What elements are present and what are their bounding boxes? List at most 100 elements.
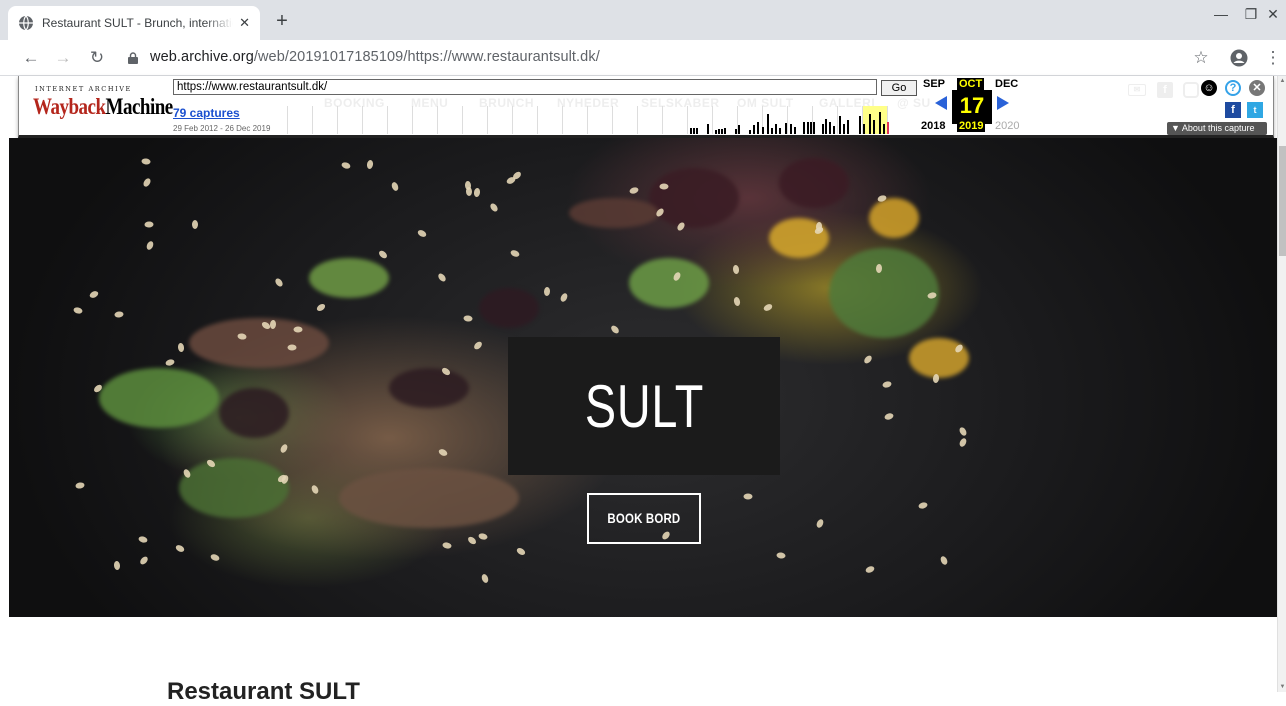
new-tab-button[interactable]: + xyxy=(270,10,294,34)
ghost-facebook-icon: f xyxy=(1157,82,1173,98)
next-month-label[interactable]: DEC xyxy=(995,78,1018,90)
sparkline-bar xyxy=(829,122,831,134)
reload-icon[interactable]: ↻ xyxy=(86,47,108,69)
current-year-label: 2019 xyxy=(957,120,986,132)
sparkline-year-column xyxy=(287,106,288,134)
sesame-seed xyxy=(731,264,740,275)
sparkline-bar xyxy=(771,128,773,134)
profile-icon[interactable] xyxy=(1230,49,1248,67)
user-account-icon[interactable]: ☺ xyxy=(1201,80,1217,96)
sesame-seed xyxy=(315,302,326,313)
green-leaf xyxy=(629,258,709,308)
hero-image: SULT BOOK BORD xyxy=(9,138,1277,617)
sesame-seed xyxy=(543,286,551,296)
sparkline-bar xyxy=(757,122,759,134)
sesame-seed xyxy=(74,481,85,489)
sparkline-year-column xyxy=(687,106,688,134)
sparkline-bar xyxy=(707,124,709,134)
wayback-go-button[interactable]: Go xyxy=(881,80,917,96)
sesame-seed xyxy=(472,340,483,352)
bookmark-star-icon[interactable]: ☆ xyxy=(1190,47,1212,69)
sparkline-bar xyxy=(869,114,871,134)
scroll-up-arrow-icon[interactable]: ▲ xyxy=(1279,76,1286,86)
section-title: Restaurant SULT xyxy=(167,678,360,705)
sesame-seed xyxy=(480,572,489,584)
sparkline-year-column xyxy=(837,106,838,134)
sesame-seed xyxy=(293,326,303,333)
next-capture-arrow-icon[interactable] xyxy=(997,96,1009,110)
sparkline-bar xyxy=(690,128,692,134)
sesame-seed xyxy=(113,560,121,571)
prev-year-label[interactable]: 2018 xyxy=(921,120,945,132)
sesame-seed xyxy=(437,447,449,457)
sparkline-bar xyxy=(724,128,726,134)
sparkline-year-column xyxy=(712,106,713,134)
sesame-seed xyxy=(814,518,825,529)
forward-arrow-icon[interactable]: → xyxy=(52,47,74,69)
captures-link[interactable]: 79 captures xyxy=(173,106,240,120)
address-bar[interactable]: web.archive.org/web/20191017185109/https… xyxy=(150,49,600,65)
scroll-down-arrow-icon[interactable]: ▼ xyxy=(1279,682,1286,692)
sparkline-year-column xyxy=(787,106,788,134)
site-logo[interactable]: SULT xyxy=(584,372,703,441)
capture-range: 29 Feb 2012 - 26 Dec 2019 xyxy=(173,124,271,133)
sesame-seed xyxy=(174,543,186,553)
sparkline-bar xyxy=(822,124,824,134)
facebook-share-icon[interactable]: f xyxy=(1225,102,1241,118)
help-icon[interactable]: ? xyxy=(1225,80,1241,96)
capture-sparkline[interactable] xyxy=(287,106,907,134)
wayback-url-input[interactable]: https://www.restaurantsult.dk/ xyxy=(173,79,877,95)
sesame-seed xyxy=(365,159,374,170)
sesame-seed xyxy=(164,358,176,367)
sesame-seed xyxy=(515,546,527,557)
sparkline-bar xyxy=(785,123,787,134)
sparkline-bar xyxy=(879,112,881,134)
sesame-seed xyxy=(274,277,285,289)
sparkline-bar xyxy=(833,126,835,134)
sparkline-year-column xyxy=(437,106,438,134)
url-path: /web/20191017185109/https://www.restaura… xyxy=(253,49,600,65)
menu-kebab-icon[interactable]: ⋮ xyxy=(1262,47,1284,69)
sparkline-current-bar xyxy=(887,122,889,134)
browser-toolbar: ← → ↻ web.archive.org/web/20191017185109… xyxy=(0,40,1286,76)
sesame-seed xyxy=(140,158,151,166)
twitter-share-icon[interactable]: t xyxy=(1247,102,1263,118)
sesame-seed xyxy=(958,426,968,438)
minimize-button[interactable]: — xyxy=(1206,6,1236,22)
sparkline-bar xyxy=(721,129,723,134)
sesame-seed xyxy=(864,565,876,575)
page-scrollbar[interactable]: ▲ ▼ xyxy=(1277,76,1286,692)
sesame-seed xyxy=(73,306,84,315)
sesame-seed xyxy=(862,354,873,365)
current-month-label: OCT xyxy=(957,78,985,90)
close-window-button[interactable]: ✕ xyxy=(1258,6,1286,23)
wayback-logo[interactable]: INTERNET ARCHIVE WaybackMachine xyxy=(33,83,173,123)
sparkline-bar xyxy=(807,122,809,134)
close-toolbar-icon[interactable]: ✕ xyxy=(1249,80,1265,96)
sparkline-bar xyxy=(794,127,796,134)
browser-tab[interactable]: Restaurant SULT - Brunch, internationale… xyxy=(8,6,260,40)
about-capture-label: About this capture xyxy=(1181,123,1255,133)
book-table-button[interactable]: BOOK BORD xyxy=(587,493,701,544)
sesame-seed xyxy=(775,551,786,559)
lock-icon xyxy=(128,52,138,64)
sparkline-bar xyxy=(715,130,717,134)
sesame-seed xyxy=(882,380,893,389)
scrollbar-thumb[interactable] xyxy=(1279,146,1286,256)
url-host: web.archive.org xyxy=(150,49,254,65)
sesame-seed xyxy=(416,228,428,239)
back-arrow-icon[interactable]: ← xyxy=(20,47,42,69)
sparkline-bar xyxy=(873,120,875,134)
sparkline-bar xyxy=(762,127,764,134)
sparkline-year-column xyxy=(612,106,613,134)
tab-strip: Restaurant SULT - Brunch, internationale… xyxy=(0,0,1286,40)
fish-slice xyxy=(189,318,329,368)
close-tab-icon[interactable]: ✕ xyxy=(239,15,250,31)
sparkline-year-column xyxy=(537,106,538,134)
sesame-seed xyxy=(113,311,124,319)
about-capture-button[interactable]: ▼ About this capture xyxy=(1167,122,1267,135)
book-table-label: BOOK BORD xyxy=(607,511,681,526)
prev-month-label[interactable]: SEP xyxy=(923,78,945,90)
sesame-seed xyxy=(340,161,351,170)
prev-capture-arrow-icon[interactable] xyxy=(935,96,947,110)
